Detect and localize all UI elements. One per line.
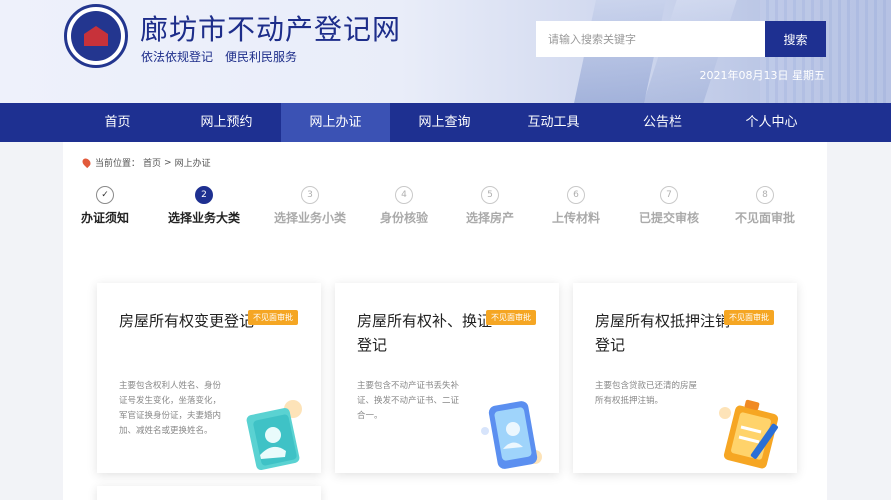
step-3-number: 3 xyxy=(301,186,319,204)
current-date: 2021年08月13日 星期五 xyxy=(699,69,826,82)
step-2-label: 选择业务大类 xyxy=(168,211,241,225)
breadcrumb: 当前位置： 首页 > 网上办证 xyxy=(80,156,211,169)
nav-item-interactive-tools[interactable]: 互动工具 xyxy=(499,103,608,142)
step-6-number: 6 xyxy=(567,186,585,204)
step-6: 6 上传材料 xyxy=(552,186,600,226)
step-3-label: 选择业务小类 xyxy=(274,211,347,225)
step-8-label: 不见面审批 xyxy=(735,211,796,225)
nav-item-home[interactable]: 首页 xyxy=(63,103,172,142)
slogan: 依法依规登记 便民利民服务 xyxy=(141,48,297,65)
site-title: 廊坊市不动产登记网 xyxy=(140,13,402,46)
step-4-number: 4 xyxy=(395,186,413,204)
search-bar: 搜索 xyxy=(536,21,826,57)
slogan-2: 便民利民服务 xyxy=(225,50,298,64)
card-description: 主要包含不动产证书丢失补证、换发不动产证书、二证合一。 xyxy=(357,381,460,421)
business-card-mortgage-cancellation[interactable]: 房屋所有权抵押注销登记 不见面审批 主要包含贷款已还清的房屋所有权抵押注销。 xyxy=(573,283,797,473)
no-meeting-approval-badge: 不见面审批 xyxy=(248,310,298,325)
no-meeting-approval-badge: 不见面审批 xyxy=(486,310,536,325)
step-5-label: 选择房产 xyxy=(466,211,515,225)
business-card-reissue-certificate[interactable]: 房屋所有权补、换证登记 不见面审批 主要包含不动产证书丢失补证、换发不动产证书、… xyxy=(335,283,559,473)
phone-certificate-icon xyxy=(481,401,542,469)
step-3: 3 选择业务小类 xyxy=(274,186,346,226)
main-nav: 首页 网上预约 网上办证 网上查询 互动工具 公告栏 个人中心 xyxy=(0,103,891,142)
document-pen-icon xyxy=(719,399,779,469)
house-icon xyxy=(84,26,108,46)
search-button[interactable]: 搜索 xyxy=(765,21,826,57)
slogan-1: 依法依规登记 xyxy=(141,50,214,64)
main-content: 当前位置： 首页 > 网上办证 ✓ 办证须知 2 选择业务大类 3 选择业务小类… xyxy=(63,142,827,500)
step-8-number: 8 xyxy=(756,186,774,204)
breadcrumb-separator: > xyxy=(164,157,172,168)
nav-item-bulletin[interactable]: 公告栏 xyxy=(608,103,717,142)
card-title: 房屋所有权变更登记 xyxy=(119,312,255,330)
step-6-label: 上传材料 xyxy=(552,211,601,225)
step-7: 7 已提交审核 xyxy=(639,186,699,226)
step-1-label: 办证须知 xyxy=(81,211,130,225)
site-logo[interactable] xyxy=(64,4,128,68)
step-8: 8 不见面审批 xyxy=(735,186,795,226)
progress-steps: ✓ 办证须知 2 选择业务大类 3 选择业务小类 4 身份核验 5 选择房产 6… xyxy=(63,186,827,226)
step-4: 4 身份核验 xyxy=(380,186,428,226)
business-card-partial[interactable] xyxy=(97,486,321,500)
breadcrumb-home[interactable]: 首页 xyxy=(143,156,161,169)
card-title: 房屋所有权补、换证登记 xyxy=(357,312,493,354)
breadcrumb-prefix: 当前位置： xyxy=(95,159,141,169)
step-1: ✓ 办证须知 xyxy=(81,186,129,226)
nav-item-online-query[interactable]: 网上查询 xyxy=(390,103,499,142)
step-2-number: 2 xyxy=(195,186,213,204)
site-header: 廊坊市不动产登记网 依法依规登记 便民利民服务 搜索 2021年08月13日 星… xyxy=(0,0,891,103)
step-7-label: 已提交审核 xyxy=(639,211,700,225)
card-description: 主要包含贷款已还清的房屋所有权抵押注销。 xyxy=(595,381,698,406)
nav-item-online-booking[interactable]: 网上预约 xyxy=(172,103,281,142)
step-5-number: 5 xyxy=(481,186,499,204)
card-description: 主要包含权利人姓名、身份证号发生变化，坐落变化，军官证换身份证，夫妻婚内加、减姓… xyxy=(119,381,222,436)
step-2: 2 选择业务大类 xyxy=(168,186,240,226)
location-pin-icon xyxy=(80,156,93,169)
nav-item-online-certificate[interactable]: 网上办证 xyxy=(281,103,390,142)
step-1-check-icon: ✓ xyxy=(96,186,114,204)
business-card-change-registration[interactable]: 房屋所有权变更登记 不见面审批 主要包含权利人姓名、身份证号发生变化，坐落变化，… xyxy=(97,283,321,473)
step-4-label: 身份核验 xyxy=(380,211,429,225)
step-5: 5 选择房产 xyxy=(466,186,514,226)
search-input[interactable] xyxy=(536,21,765,57)
nav-item-personal-center[interactable]: 个人中心 xyxy=(717,103,826,142)
logo-emblem xyxy=(71,11,121,61)
card-title: 房屋所有权抵押注销登记 xyxy=(595,312,731,354)
id-card-icon xyxy=(246,400,302,471)
no-meeting-approval-badge: 不见面审批 xyxy=(724,310,774,325)
breadcrumb-current: 网上办证 xyxy=(174,159,211,169)
step-7-number: 7 xyxy=(660,186,678,204)
